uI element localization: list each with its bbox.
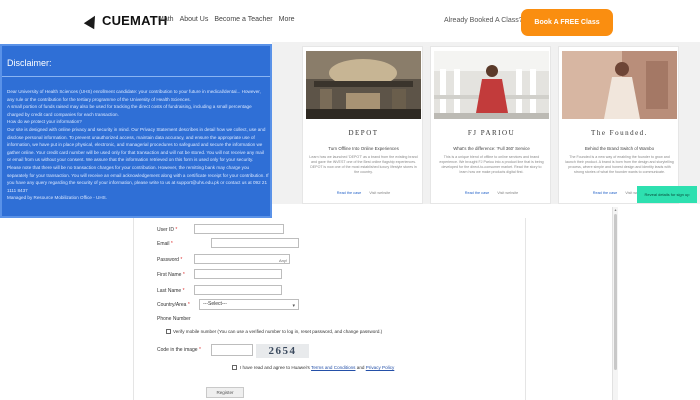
email-input[interactable]: [211, 238, 299, 248]
disclaimer-paragraph: A small portion of funds raised may also…: [7, 104, 252, 117]
user-id-input[interactable]: [194, 224, 284, 234]
chevron-down-icon: ▾: [292, 303, 295, 309]
privacy-link[interactable]: Privacy Policy: [366, 365, 395, 370]
nav-link-more[interactable]: More: [279, 16, 295, 23]
card-title: What's the difference: 'Full 360' Servic…: [453, 146, 530, 151]
captcha-input[interactable]: [211, 344, 253, 356]
terms-link[interactable]: Terms and Conditions: [311, 365, 355, 370]
reveal-details-button[interactable]: Reveal details for sign up: [637, 186, 697, 203]
logo-mark-icon: [83, 12, 101, 29]
password-input[interactable]: [194, 254, 290, 264]
card-title: Turn Offline Into Online Experiences: [328, 146, 399, 151]
captcha-code-label: Code in the image *: [157, 347, 201, 353]
fj-pariou-model-image: [434, 51, 549, 119]
disclaimer-title: Disclaimer:: [7, 58, 52, 68]
card-title: Behind the Brand Switch of Wambo: [584, 146, 655, 151]
read-case-link[interactable]: Read the case: [337, 191, 362, 195]
the-founded-model-image: [562, 51, 677, 119]
disclaimer-paragraph: How do we protect your information?: [7, 119, 82, 125]
depot-interior-image: [306, 51, 421, 119]
nav-link-about-us[interactable]: About Us: [180, 16, 209, 23]
card-description: Learn how we launched 'DEPOT' as a brand…: [309, 155, 418, 174]
country-area-label: Country/Area *: [157, 302, 190, 308]
case-study-strip: DEPOT Turn Offline Into Online Experienc…: [272, 42, 700, 204]
phone-number-label: Phone Number: [157, 316, 191, 322]
card-links: Read the case Visit website: [303, 191, 424, 195]
visit-website-link[interactable]: Visit website: [497, 191, 518, 195]
visit-website-link[interactable]: Visit website: [369, 191, 390, 195]
nav-link-become-teacher[interactable]: Become a Teacher: [214, 16, 272, 23]
nav-links: Math About Us Become a Teacher More: [158, 16, 295, 23]
case-card-fj-pariou[interactable]: FJ PARIOU What's the difference: 'Full 3…: [430, 46, 551, 204]
case-card-the-founded[interactable]: The Founded. Behind the Brand Switch of …: [558, 46, 679, 204]
card-links: Read the case Visit website: [431, 191, 552, 195]
first-name-input[interactable]: [194, 269, 282, 279]
password-label: Password *: [157, 257, 183, 263]
top-nav: CUEMATH Math About Us Become a Teacher M…: [0, 0, 700, 42]
scroll-up-arrow-icon[interactable]: ▴: [613, 207, 618, 212]
registration-form: [133, 218, 526, 400]
disclaimer-paragraph: Our site is designed with online privacy…: [7, 126, 266, 163]
already-booked-link[interactable]: Already Booked A Class?: [444, 17, 523, 24]
verify-mobile-checkbox[interactable]: [166, 329, 171, 334]
captcha-image: 2654: [256, 344, 309, 358]
read-case-link[interactable]: Read the case: [593, 191, 618, 195]
last-name-label: Last Name *: [157, 288, 185, 294]
disclaimer-paragraph: Dear University of Health Sciences (UHS)…: [7, 89, 261, 102]
page-scrollbar[interactable]: ▴: [612, 207, 618, 400]
verify-mobile-text: Verify mobile number (You can use a veri…: [173, 329, 383, 334]
card-brand: FJ PARIOU: [467, 129, 516, 137]
page: CUEMATH Math About Us Become a Teacher M…: [0, 0, 700, 400]
book-free-class-button[interactable]: Book A FREE Class: [521, 9, 613, 36]
last-name-input[interactable]: [194, 285, 282, 295]
disclaimer-body: Dear University of Health Sciences (UHS)…: [7, 88, 269, 202]
agree-terms-checkbox[interactable]: [232, 365, 237, 370]
card-description: This is a unique blend of offline to onl…: [439, 155, 544, 174]
country-selected-value: ---Select---: [203, 301, 227, 307]
user-id-label: User ID *: [157, 227, 178, 233]
card-brand: The Founded.: [591, 129, 648, 137]
card-description: The Founded is a new way of enabling the…: [565, 155, 674, 174]
first-name-label: First Name *: [157, 272, 185, 278]
case-card-depot[interactable]: DEPOT Turn Offline Into Online Experienc…: [302, 46, 423, 204]
disclaimer-divider: [2, 76, 270, 77]
disclaimer-panel: Disclaimer: Dear University of Health Sc…: [0, 44, 272, 218]
card-brand: DEPOT: [348, 129, 379, 137]
email-label: Email *: [157, 241, 173, 247]
read-case-link[interactable]: Read the case: [465, 191, 490, 195]
register-button[interactable]: Register: [206, 387, 244, 398]
country-area-select[interactable]: ---Select--- ▾: [199, 299, 299, 310]
disclaimer-paragraph: Managed by Resource Mobilization Office …: [7, 195, 108, 201]
cuemath-logo[interactable]: CUEMATH: [83, 12, 167, 29]
agree-terms-text: I have read and agree to Huawei's Terms …: [240, 365, 395, 370]
password-hint: Any!: [279, 258, 288, 263]
disclaimer-paragraph: Please note that there will be no transa…: [7, 164, 269, 193]
nav-link-math[interactable]: Math: [158, 16, 174, 23]
scrollbar-thumb[interactable]: [614, 214, 617, 370]
